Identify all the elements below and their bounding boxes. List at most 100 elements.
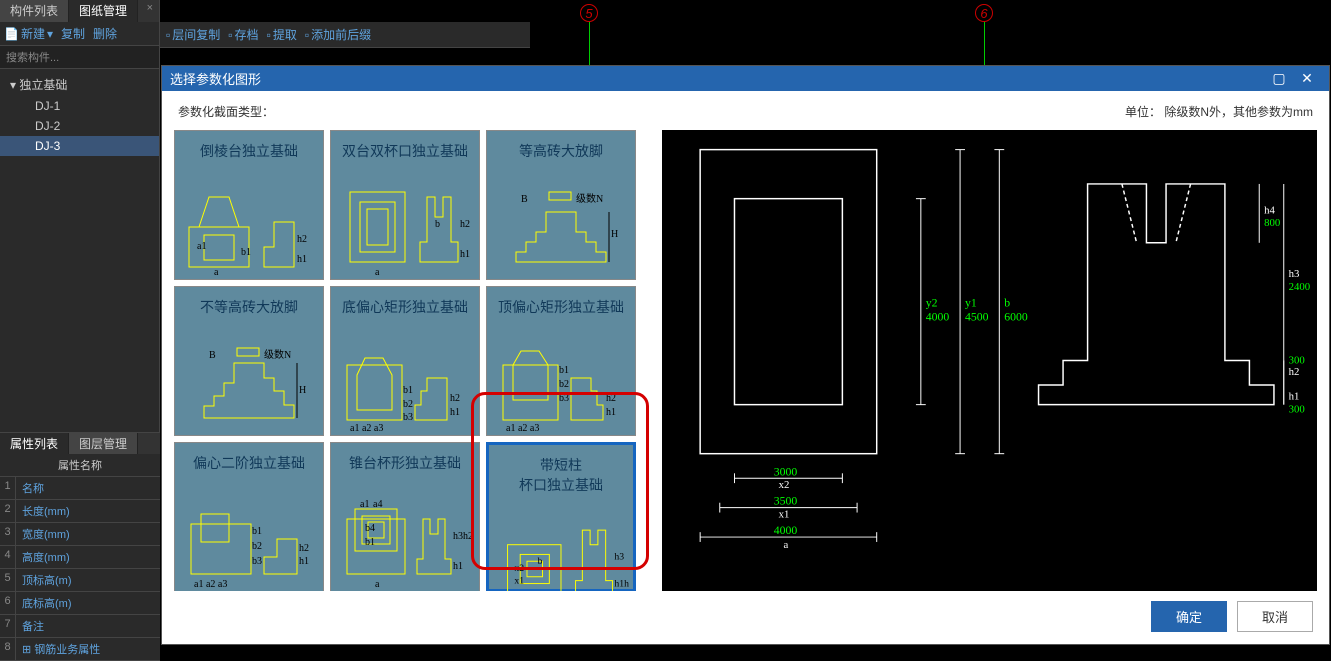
dialog-close-icon[interactable]: ✕: [1293, 70, 1321, 87]
axis-marker-5: 5: [580, 4, 598, 22]
svg-text:x1: x1: [514, 576, 524, 587]
svg-text:h4: h4: [1264, 204, 1275, 216]
svg-text:h2: h2: [1289, 366, 1300, 378]
archive-button[interactable]: ▫ 存档: [228, 26, 258, 43]
svg-text:b4: b4: [365, 523, 375, 534]
template-t9[interactable]: 带短柱杯口独立基础ax2x1bh3h1h2: [486, 442, 636, 591]
template-t5[interactable]: 底偏心矩形独立基础a1 a2 a3b1b2b3h1h2: [330, 286, 480, 436]
delete-button[interactable]: 删除: [93, 25, 117, 42]
svg-text:h3h2: h3h2: [453, 531, 473, 542]
section-type-label: 参数化截面类型：: [178, 103, 274, 120]
svg-text:a: a: [784, 539, 789, 551]
panel-close-icon[interactable]: ×: [141, 0, 159, 22]
svg-text:x2: x2: [514, 563, 524, 574]
template-label: 双台双杯口独立基础: [342, 141, 468, 161]
svg-text:4500: 4500: [965, 310, 989, 323]
prop-row[interactable]: 2长度(mm): [0, 500, 160, 523]
svg-text:a1 a2 a3: a1 a2 a3: [350, 423, 383, 433]
template-t3[interactable]: 等高砖大放脚B级数NH: [486, 130, 636, 280]
svg-text:b1: b1: [403, 385, 413, 396]
template-grid: 倒棱台独立基础ab1a1h1h2双台双杯口独立基础ah2h1b等高砖大放脚B级数…: [174, 130, 650, 591]
prop-row[interactable]: 7备注: [0, 615, 160, 638]
svg-text:b2: b2: [252, 541, 262, 552]
axis-marker-6: 6: [975, 4, 993, 22]
prop-row[interactable]: 6底标高(m): [0, 592, 160, 615]
tab-prop-list[interactable]: 属性列表: [0, 433, 69, 454]
template-t8[interactable]: 锥台杯形独立基础ah3h2h1a1a4b4b1: [330, 442, 480, 591]
svg-text:h1: h1: [460, 249, 470, 260]
svg-text:h2: h2: [460, 219, 470, 230]
svg-text:a: a: [375, 267, 380, 277]
tab-layer-mgmt[interactable]: 图层管理: [69, 433, 138, 454]
dialog-maximize-icon[interactable]: ▢: [1265, 70, 1293, 87]
svg-text:4000: 4000: [926, 310, 950, 323]
template-label: 偏心二阶独立基础: [193, 453, 305, 473]
svg-text:b1: b1: [252, 526, 262, 537]
svg-text:b2: b2: [559, 379, 569, 390]
layer-copy-button[interactable]: ▫ 层间复制: [166, 26, 220, 43]
template-t1[interactable]: 倒棱台独立基础ab1a1h1h2: [174, 130, 324, 280]
svg-text:b1: b1: [559, 365, 569, 376]
svg-text:b3: b3: [403, 412, 413, 423]
tree-root[interactable]: ▾ 独立基础: [0, 73, 159, 96]
svg-text:B: B: [209, 350, 216, 361]
svg-text:级数N: 级数N: [576, 192, 603, 205]
prop-header: 属性名称: [0, 454, 160, 477]
svg-text:b3: b3: [559, 393, 569, 404]
template-t4[interactable]: 不等高砖大放脚B级数NH: [174, 286, 324, 436]
svg-text:a: a: [375, 579, 380, 589]
prop-row[interactable]: 3宽度(mm): [0, 523, 160, 546]
svg-text:h1: h1: [606, 407, 616, 418]
template-t7[interactable]: 偏心二阶独立基础a1 a2 a3b1b2b3h1h2: [174, 442, 324, 591]
svg-text:a1: a1: [360, 499, 369, 510]
svg-text:4000: 4000: [774, 524, 798, 537]
svg-text:级数N: 级数N: [264, 348, 291, 361]
svg-text:6000: 6000: [1004, 310, 1028, 323]
ok-button[interactable]: 确定: [1151, 601, 1227, 632]
unit-label: 单位： 除级数N外，其他参数为mm: [1125, 103, 1313, 120]
copy-button[interactable]: 复制: [61, 25, 85, 42]
new-button[interactable]: 📄 新建 ▾: [4, 25, 53, 42]
svg-text:b3: b3: [252, 556, 262, 567]
template-t6[interactable]: 顶偏心矩形独立基础a1 a2 a3b1b2b3h1h2: [486, 286, 636, 436]
svg-text:3500: 3500: [774, 495, 798, 508]
add-prefix-button[interactable]: ▫ 添加前后缀: [305, 26, 371, 43]
svg-text:h3: h3: [614, 551, 624, 562]
extract-button[interactable]: ▫ 提取: [267, 26, 297, 43]
svg-text:b1: b1: [241, 247, 251, 258]
svg-text:h2: h2: [297, 234, 307, 245]
prop-row[interactable]: 8⊞ 钢筋业务属性: [0, 638, 160, 661]
tree-item-DJ-3[interactable]: DJ-3: [0, 136, 159, 156]
svg-text:h2: h2: [299, 543, 309, 554]
svg-text:h1: h1: [453, 561, 463, 572]
svg-text:h1: h1: [1289, 391, 1300, 403]
svg-text:H: H: [611, 229, 618, 240]
tab-drawing-mgmt[interactable]: 图纸管理: [69, 0, 138, 22]
template-label: 倒棱台独立基础: [200, 141, 298, 161]
search-input[interactable]: 搜索构件...: [0, 46, 159, 69]
svg-text:b: b: [538, 556, 543, 567]
prop-row[interactable]: 1名称: [0, 477, 160, 500]
svg-text:300: 300: [1289, 403, 1305, 415]
dialog-title: 选择参数化图形: [170, 69, 1265, 88]
svg-text:B: B: [521, 194, 528, 205]
svg-text:a1: a1: [197, 241, 206, 252]
prop-row[interactable]: 4高度(mm): [0, 546, 160, 569]
template-label: 锥台杯形独立基础: [349, 453, 461, 473]
svg-text:h1: h1: [297, 254, 307, 265]
tab-component-list[interactable]: 构件列表: [0, 0, 69, 22]
svg-text:h1h2: h1h2: [614, 578, 629, 589]
svg-text:a1 a2 a3: a1 a2 a3: [506, 423, 539, 433]
tree-item-DJ-2[interactable]: DJ-2: [0, 116, 159, 136]
svg-text:x1: x1: [779, 508, 790, 520]
svg-text:h2: h2: [606, 393, 616, 404]
prop-row[interactable]: 5顶标高(m): [0, 569, 160, 592]
tree-item-DJ-1[interactable]: DJ-1: [0, 96, 159, 116]
parametric-dialog: 选择参数化图形 ▢ ✕ 参数化截面类型： 单位： 除级数N外，其他参数为mm 倒…: [161, 65, 1330, 645]
cancel-button[interactable]: 取消: [1237, 601, 1313, 632]
svg-text:b: b: [435, 219, 440, 230]
template-t2[interactable]: 双台双杯口独立基础 a h2 h1 b: [330, 130, 480, 280]
cad-canvas[interactable]: 5 6: [530, 0, 1331, 65]
preview-canvas: y2 4000 y1 4500 b 6000 3000 x2 3500: [662, 130, 1317, 591]
svg-text:b1: b1: [365, 537, 375, 548]
